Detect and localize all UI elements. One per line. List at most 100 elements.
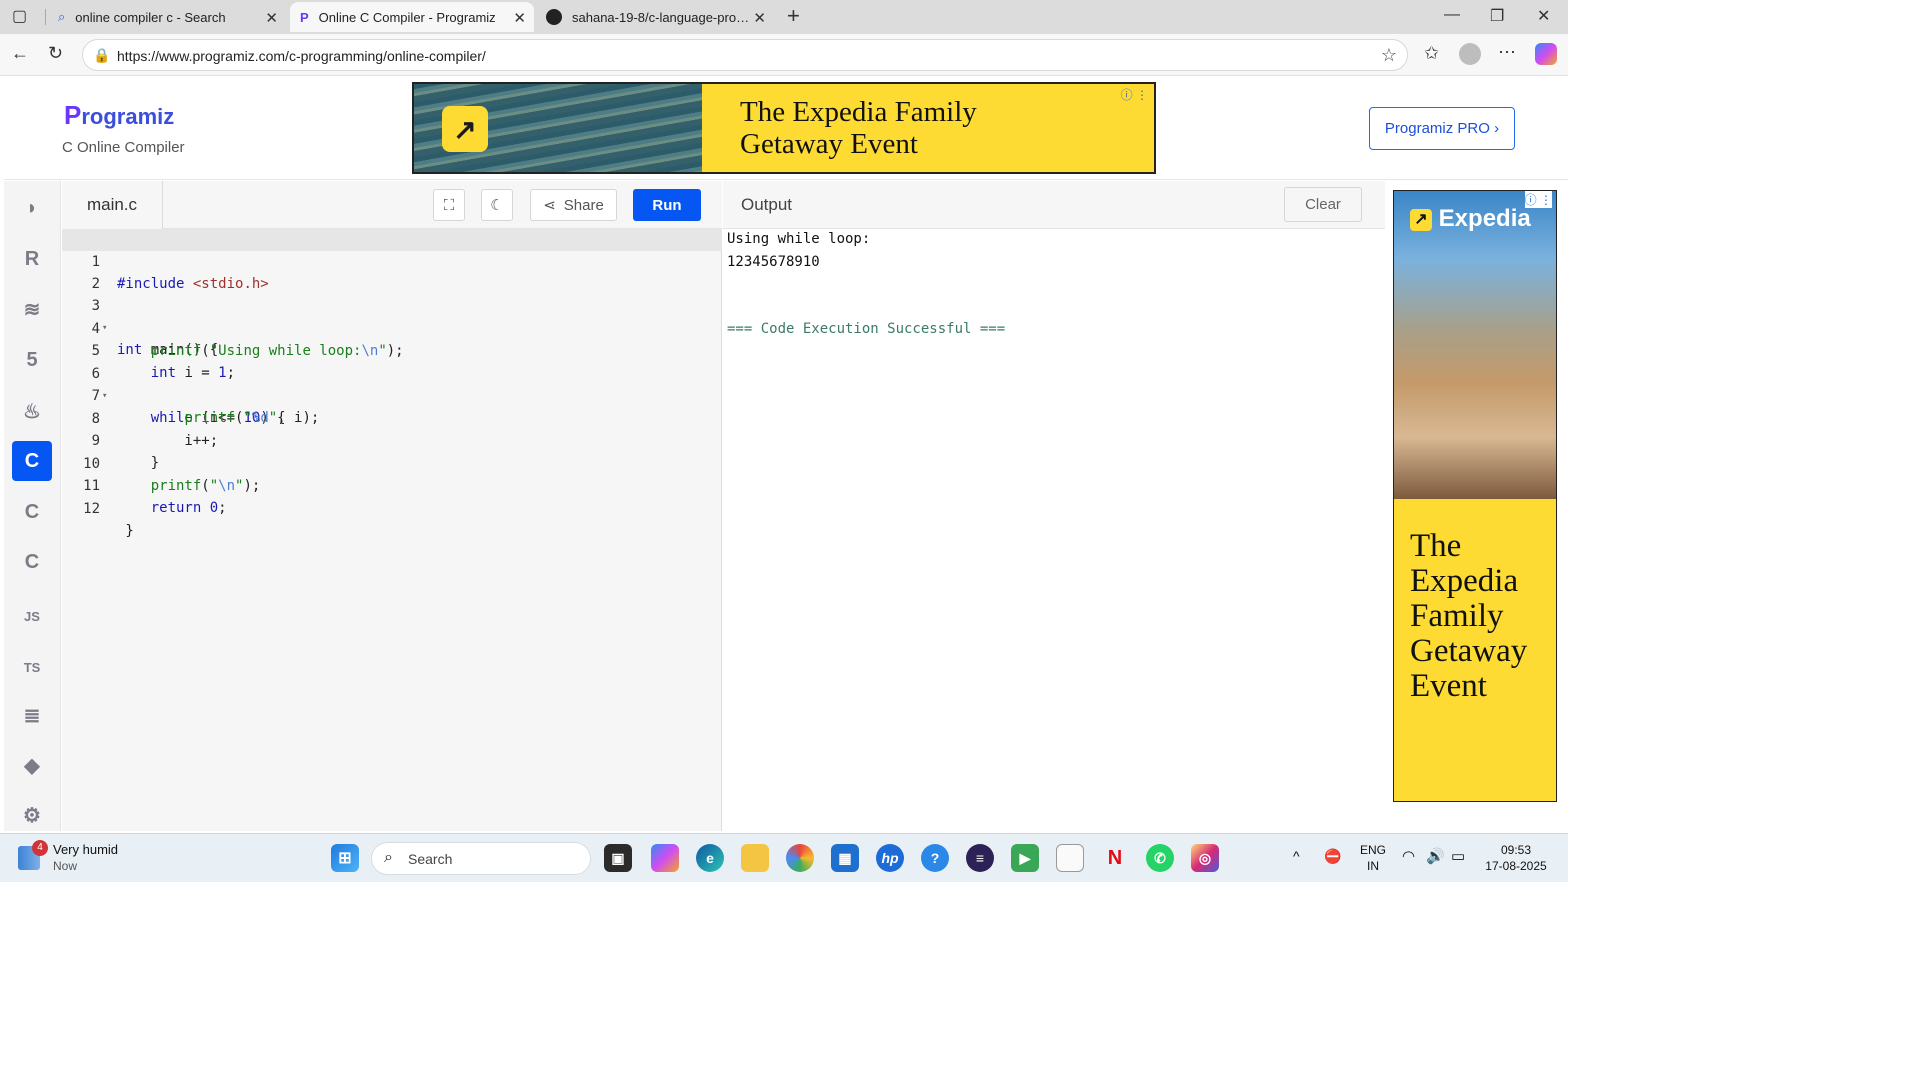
cpp-icon[interactable]: C: [12, 492, 52, 532]
c-icon[interactable]: C: [12, 441, 52, 481]
share-button[interactable]: ⋖ Share: [530, 189, 617, 221]
taskbar-search[interactable]: ⌕ Search: [371, 842, 591, 875]
windows-start-icon[interactable]: ⊞: [331, 844, 359, 872]
help-icon[interactable]: ?: [921, 844, 949, 872]
site-info-icon[interactable]: 🔒: [93, 47, 110, 64]
programiz-logo[interactable]: Programiz: [64, 100, 174, 131]
code-editor[interactable]: 1 #include <stdio.h> 2 3 ▾ int main() { …: [62, 229, 722, 831]
code-line[interactable]: 12 }: [62, 476, 722, 539]
show-hidden-icons[interactable]: ^: [1293, 848, 1300, 864]
back-icon[interactable]: ←: [11, 43, 29, 64]
clear-button[interactable]: Clear: [1284, 187, 1362, 222]
weather-badge: 4: [32, 840, 48, 856]
close-tab-icon[interactable]: ✕: [265, 9, 278, 27]
banner-ad[interactable]: ↗ The Expedia Family Getaway Event ⓘ ⋮: [412, 82, 1156, 174]
minimize-icon[interactable]: —: [1444, 6, 1460, 24]
sidebar-toggle-icon[interactable]: ▢: [12, 6, 27, 26]
output-title: Output: [741, 195, 793, 214]
wifi-icon[interactable]: ◠: [1402, 847, 1415, 865]
tab-programiz[interactable]: P Online C Compiler - Programiz ✕: [290, 2, 534, 32]
favorites-icon[interactable]: ✩: [1424, 43, 1439, 64]
file-explorer-icon[interactable]: [741, 844, 769, 872]
copilot-icon[interactable]: [1535, 43, 1557, 65]
meet-icon[interactable]: ▶: [1011, 844, 1039, 872]
code-line[interactable]: 11 return 0;: [62, 453, 722, 516]
logo-mark: P: [64, 100, 82, 130]
eclipse-icon[interactable]: ≡: [966, 844, 994, 872]
html-icon[interactable]: 5: [12, 340, 52, 380]
clock[interactable]: 09:53 17-08-2025: [1480, 843, 1552, 873]
code-line[interactable]: 3 ▾ int main() {: [62, 273, 722, 358]
code-line[interactable]: 7 printf("%d", i);: [62, 363, 722, 426]
blank-file-icon[interactable]: [1056, 844, 1084, 872]
netflix-icon[interactable]: N: [1101, 844, 1129, 872]
language-indicator[interactable]: ENG IN: [1358, 843, 1388, 873]
tab-github[interactable]: sahana-19-8/c-language-program ✕: [536, 2, 774, 32]
hp-icon[interactable]: hp: [876, 844, 904, 872]
file-tab[interactable]: main.c: [62, 181, 163, 229]
js-icon[interactable]: JS: [12, 596, 52, 636]
line-number: 12: [83, 501, 100, 517]
code-line[interactable]: 1 #include <stdio.h>: [62, 229, 722, 292]
edge-icon[interactable]: e: [696, 844, 724, 872]
side-ad[interactable]: ↗ Expedia ⓘ ⋮ The Expedia Family Getaway…: [1393, 190, 1557, 802]
ad-copy-panel: The Expedia Family Getaway Event: [1394, 499, 1556, 801]
address-bar[interactable]: 🔒 https://www.programiz.com/c-programmin…: [82, 39, 1408, 71]
ad-info-icon[interactable]: ⓘ ⋮: [1524, 191, 1552, 208]
photos-icon[interactable]: [786, 844, 814, 872]
url-text[interactable]: https://www.programiz.com/c-programming/…: [117, 48, 486, 64]
close-tab-icon[interactable]: ✕: [513, 9, 526, 27]
output-console[interactable]: Using while loop: 12345678910 === Code E…: [723, 229, 1385, 831]
r-icon[interactable]: R: [12, 239, 52, 279]
code-line[interactable]: 2: [62, 251, 722, 292]
clock-date: 17-08-2025: [1485, 859, 1547, 873]
tab-search[interactable]: ⌕ online compiler c - Search ✕: [48, 2, 286, 32]
tab-title: Online C Compiler - Programiz: [318, 9, 496, 25]
more-menu-icon[interactable]: ⋯: [1498, 42, 1516, 63]
code-text: }: [117, 523, 134, 539]
ad-info-icon[interactable]: ⓘ ⋮: [1121, 86, 1148, 103]
sql-icon[interactable]: ≋: [12, 289, 52, 329]
weather-condition[interactable]: Very humid: [53, 842, 118, 857]
go-icon[interactable]: ◆: [12, 745, 52, 785]
language-top: ENG: [1359, 843, 1386, 857]
java-icon[interactable]: ♨: [12, 391, 52, 431]
run-button[interactable]: Run: [633, 189, 701, 221]
python-icon[interactable]: ◗: [12, 188, 52, 228]
battery-icon[interactable]: ▭: [1451, 847, 1465, 865]
taskbar-search-placeholder: Search: [408, 851, 453, 867]
network-warning-icon[interactable]: ⛔: [1324, 848, 1341, 865]
csharp-icon[interactable]: C: [12, 542, 52, 582]
code-text: return 0;: [150, 500, 227, 516]
store-icon[interactable]: ▦: [831, 844, 859, 872]
dark-mode-button[interactable]: ☾: [481, 189, 513, 221]
copilot-icon[interactable]: [651, 844, 679, 872]
code-line[interactable]: 9 }: [62, 408, 722, 471]
code-line[interactable]: 8 i++;: [62, 386, 722, 449]
rust-icon[interactable]: ⚙: [12, 795, 52, 835]
code-line[interactable]: 6 ▾ while (i<= 10) {: [62, 341, 722, 426]
volume-icon[interactable]: 🔊: [1426, 847, 1445, 865]
programiz-pro-button[interactable]: Programiz PRO ›: [1369, 107, 1515, 150]
close-window-icon[interactable]: ✕: [1537, 6, 1550, 26]
github-icon: [546, 9, 562, 25]
instagram-icon[interactable]: ◎: [1191, 844, 1219, 872]
ts-icon[interactable]: TS: [12, 647, 52, 687]
fullscreen-button[interactable]: ⛶: [433, 189, 465, 221]
ad-brand-name: Expedia: [1438, 205, 1531, 232]
code-line[interactable]: 10 printf("\n");: [62, 431, 722, 494]
close-tab-icon[interactable]: ✕: [753, 9, 766, 27]
code-line[interactable]: 5 int i = 1;: [62, 318, 722, 381]
favorite-star-icon[interactable]: ☆: [1381, 45, 1397, 66]
output-toolbar: Output Clear: [723, 181, 1385, 229]
tab-title: online compiler c - Search: [75, 9, 226, 25]
whatsapp-icon[interactable]: ✆: [1146, 844, 1174, 872]
swift-icon[interactable]: ≣: [12, 695, 52, 735]
new-tab-button[interactable]: +: [787, 3, 800, 29]
task-view-icon[interactable]: ▣: [604, 844, 632, 872]
restore-icon[interactable]: ❐: [1490, 6, 1504, 26]
profile-avatar[interactable]: [1459, 43, 1481, 65]
code-line[interactable]: 4 printf("Using while loop:\n");: [62, 296, 722, 359]
programiz-icon: P: [300, 9, 309, 25]
refresh-icon[interactable]: ↻: [48, 43, 63, 64]
